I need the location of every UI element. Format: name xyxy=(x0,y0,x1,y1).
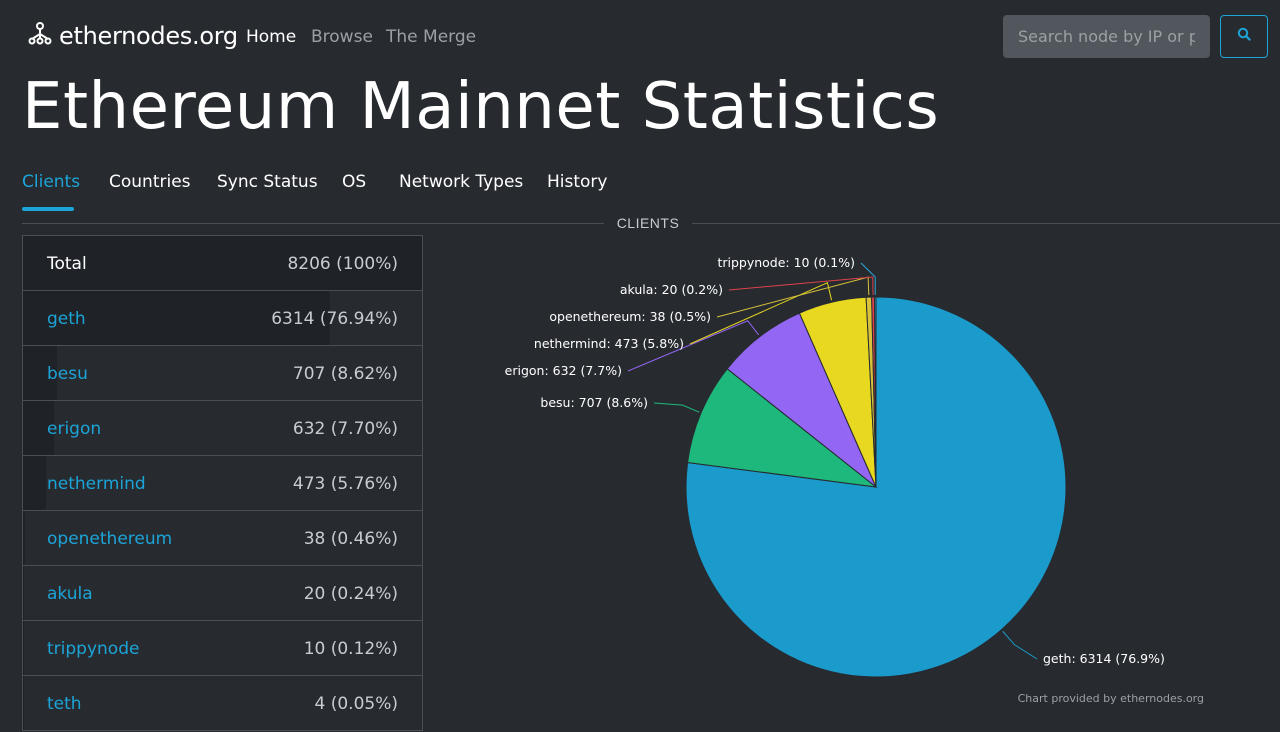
table-row-total: Total 8206 (100%) xyxy=(23,236,422,291)
row-value: 632 (7.70%) xyxy=(292,419,398,439)
table-row: teth 4 (0.05%) xyxy=(23,676,422,731)
search-icon xyxy=(1237,27,1251,46)
slice-label-geth: geth: 6314 (76.9%) xyxy=(1043,651,1165,666)
clients-pie-chart: geth: 6314 (76.9%) besu: 707 (8.6%) erigon… xyxy=(440,240,1280,732)
tab-history[interactable]: History xyxy=(547,172,607,192)
clients-table: Total 8206 (100%) geth 6314 (76.94%) bes… xyxy=(22,235,423,731)
page-title: Ethereum Mainnet Statistics xyxy=(22,70,940,144)
row-value: 20 (0.24%) xyxy=(303,584,398,604)
brand-name: ethernodes.org xyxy=(59,21,238,50)
row-share-bar xyxy=(23,566,24,620)
slice-label-erigon: erigon: 632 (7.7%) xyxy=(505,363,622,378)
row-value: 4 (0.05%) xyxy=(314,694,399,714)
client-link-erigon[interactable]: erigon xyxy=(47,419,101,439)
search-input[interactable] xyxy=(1003,15,1210,58)
pie-chart-svg: geth: 6314 (76.9%) besu: 707 (8.6%) erigon… xyxy=(505,255,1204,705)
row-share-bar xyxy=(23,456,46,510)
client-link-openethereum[interactable]: openethereum xyxy=(47,529,172,549)
search-button[interactable] xyxy=(1220,15,1268,58)
table-row: erigon 632 (7.70%) xyxy=(23,401,422,456)
slice-label-trippynode: trippynode: 10 (0.1%) xyxy=(717,255,855,270)
slice-label-nethermind: nethermind: 473 (5.8%) xyxy=(534,336,684,351)
row-value: 707 (8.62%) xyxy=(292,364,398,384)
leader-line-akula xyxy=(728,276,874,296)
table-row: trippynode 10 (0.12%) xyxy=(23,621,422,676)
client-link-trippynode[interactable]: trippynode xyxy=(47,639,139,659)
client-link-teth[interactable]: teth xyxy=(47,694,82,714)
table-row: nethermind 473 (5.76%) xyxy=(23,456,422,511)
table-row: geth 6314 (76.94%) xyxy=(23,291,422,346)
nav-browse-link[interactable]: Browse xyxy=(311,27,373,47)
section-label: CLIENTS xyxy=(616,215,680,231)
brand-link[interactable]: ethernodes.org xyxy=(28,21,238,50)
chart-credit: Chart provided by ethernodes.org xyxy=(1018,692,1204,705)
network-nodes-icon xyxy=(28,21,52,50)
row-value: 10 (0.12%) xyxy=(303,639,398,659)
row-label: Total xyxy=(47,254,87,274)
tab-countries[interactable]: Countries xyxy=(109,172,191,192)
slice-label-akula: akula: 20 (0.2%) xyxy=(620,282,723,297)
section-divider-left xyxy=(22,223,604,224)
tab-os[interactable]: OS xyxy=(342,172,366,192)
table-row: besu 707 (8.62%) xyxy=(23,346,422,401)
tab-network-types[interactable]: Network Types xyxy=(399,172,523,192)
tab-sync-status[interactable]: Sync Status xyxy=(217,172,318,192)
row-value: 8206 (100%) xyxy=(287,254,398,274)
section-divider-right xyxy=(692,223,1280,224)
active-tab-indicator xyxy=(22,207,74,211)
slice-label-openethereum: openethereum: 38 (0.5%) xyxy=(549,309,711,324)
row-share-bar xyxy=(23,511,25,565)
nav-merge-link[interactable]: The Merge xyxy=(386,27,476,47)
row-value: 473 (5.76%) xyxy=(292,474,398,494)
leader-line-geth xyxy=(1002,630,1038,660)
client-link-nethermind[interactable]: nethermind xyxy=(47,474,146,494)
slice-label-besu: besu: 707 (8.6%) xyxy=(540,395,648,410)
row-value: 38 (0.46%) xyxy=(303,529,398,549)
nav-home-link[interactable]: Home xyxy=(246,27,296,47)
table-row: openethereum 38 (0.46%) xyxy=(23,511,422,566)
leader-line-besu xyxy=(653,402,700,413)
client-link-besu[interactable]: besu xyxy=(47,364,88,384)
navbar: ethernodes.org Home Browse The Merge xyxy=(0,0,1280,74)
table-row: akula 20 (0.24%) xyxy=(23,566,422,621)
tab-clients[interactable]: Clients xyxy=(22,172,80,192)
row-value: 6314 (76.94%) xyxy=(271,309,398,329)
client-link-geth[interactable]: geth xyxy=(47,309,86,329)
client-link-akula[interactable]: akula xyxy=(47,584,93,604)
